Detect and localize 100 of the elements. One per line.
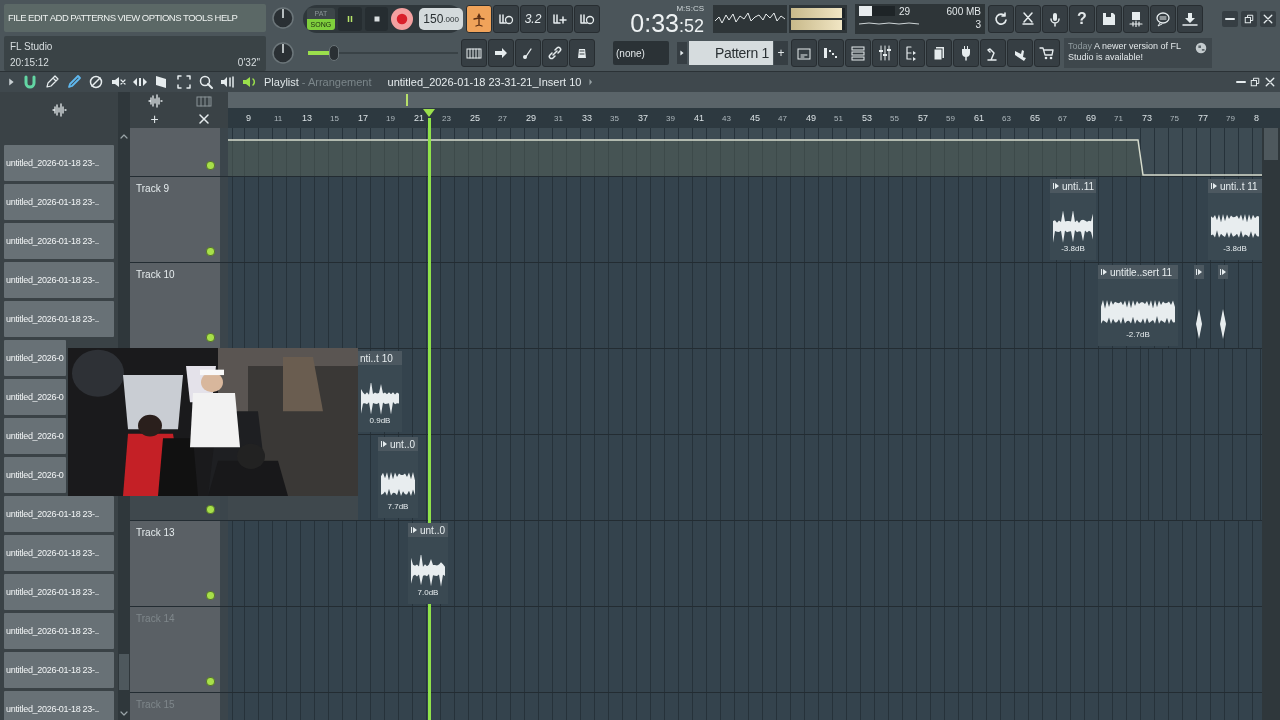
audio-clip[interactable]: unti..11 -3.8dB [1050,179,1096,260]
clip-gain: -2.7dB [1126,330,1150,339]
tempo-field[interactable]: 150.000 [419,8,463,30]
bar-number: 69 [1085,113,1097,123]
bar-number: 11 [273,113,284,123]
track-lane[interactable]: unti..11 -3.8dB unti..t 11 -3.8dB [228,177,1262,262]
audio-clip[interactable]: unt..0 7.0dB [408,523,448,604]
menu-item[interactable]: ADD [48,12,70,24]
news-text: Today A newer version of FL Studio is available! [1068,41,1182,63]
clip-gain: 0.9dB [369,416,391,425]
clip-name: unt..0 [420,524,446,536]
bar-number: 31 [553,113,564,123]
clip-name: untitle..sert 11 [1110,266,1173,278]
menu-item[interactable]: OPTIONS [140,12,183,24]
track-header[interactable]: Track 10 [130,263,228,348]
add-pattern-button[interactable]: + [774,41,788,65]
audio-clip[interactable]: untitle..sert 11 -2.7dB [1098,265,1178,346]
clip-source-item[interactable]: untitled_2026-0 [4,418,66,454]
audio-clip[interactable]: unt..0 7.7dB [378,437,418,518]
bar-number: 35 [609,113,620,123]
clip-header[interactable]: unt..0 [378,437,418,451]
bar-number: 61 [973,113,985,123]
playlist-title: Playlist [264,76,299,88]
track-lane[interactable]: untitle..sert 11 -2.7dB [228,263,1262,348]
bar-number: 75 [1169,113,1180,123]
clip-source-item[interactable]: untitled_2026-0 [4,379,66,415]
clip-source-item[interactable]: untitled_2026-01-18 23-.. [4,223,114,259]
menu-item[interactable]: HELP [213,12,239,24]
clip-source-item[interactable]: untitled_2026-01-18 23-.. [4,691,114,720]
polyphony-reading: 3 [974,19,981,32]
clip-source-item[interactable]: untitled_2026-01-18 23-.. [4,613,114,649]
clip-source-item[interactable]: untitled_2026-01-18 23-.. [4,652,114,688]
add-track-button[interactable]: + [150,111,159,127]
bar-number: 33 [581,113,593,123]
clip-header[interactable]: unti..t 11 [1208,179,1262,193]
clip-header[interactable]: unt..0 [408,523,448,537]
playlist-subtitle: - Arrangement [301,76,372,88]
cpu-reading: 29 [899,6,911,17]
clip-source-item[interactable]: untitled_2026-01-18 23-.. [4,496,114,532]
clip-source-item[interactable]: untitled_2026-01-18 23-.. [4,184,114,220]
bar-number: 15 [329,113,340,123]
clip-gain: 7.0dB [417,588,439,597]
bar-number: 67 [1057,113,1068,123]
clip-gain: 7.7dB [387,502,409,511]
clip-header[interactable]: nti..t 10 [358,351,402,365]
bar-number: 55 [889,113,900,123]
bar-number: 9 [245,113,252,123]
bar-number: 79 [1225,113,1236,123]
clip-source-item[interactable]: untitled_2026-01-18 23-.. [4,301,114,337]
track-name: Track 9 [136,183,170,194]
memory-reading: 600 MB [945,6,981,19]
bar-number: 65 [1029,113,1041,123]
audio-clip[interactable]: nti..t 10 0.9dB [358,351,402,432]
track-lane[interactable]: unt..0 7.7dB [358,435,1262,520]
bar-number: 27 [497,113,508,123]
bar-number: 17 [357,113,369,123]
track-header[interactable]: Track 9 [130,177,228,262]
clip-source-item[interactable]: untitled_2026-01-18 23-.. [4,262,114,298]
track-lane[interactable]: unt..0 7.0dB [228,521,1262,606]
clip-source-item[interactable]: untitled_2026-01-18 23-.. [4,535,114,571]
menu-item[interactable]: TOOLS [182,12,214,24]
timeline-ruler[interactable]: 9 11 13 15 17 19 21 23 25 27 29 31 33 35 37 39 41 43 45 47 49 51 53 55 57 59 61 63 65 67 69 71 73 75 77 79 8 [228,108,1280,128]
menu-item[interactable]: EDIT [27,12,49,24]
pattern-field[interactable]: Pattern 1 [689,41,773,65]
clip-header[interactable]: unti..11 [1050,179,1096,193]
track-header[interactable]: Track 13 [130,521,228,606]
channel-dropdown[interactable]: (none) [613,41,669,65]
bar-number: 63 [1001,113,1012,123]
bar-number: 51 [833,113,844,123]
bar-number: 13 [301,113,313,123]
bar-number: 59 [945,113,956,123]
clip-name: unt..0 [390,438,416,450]
clip-source-item[interactable]: untitled_2026-01-18 23-.. [4,145,114,181]
menu-item[interactable]: FILE [7,12,28,24]
bar-number: 19 [385,113,396,123]
track-lane[interactable]: nti..t 10 0.9dB [358,349,1262,434]
bar-number: 49 [805,113,817,123]
track-name: Track 10 [136,269,176,280]
bar-number: 73 [1141,113,1153,123]
bar-number: 21 [413,113,425,123]
bar-number: 39 [665,113,676,123]
help-button[interactable]: ? [1069,5,1095,33]
clip-source-item[interactable]: untitled_2026-0 [4,340,66,376]
menu-item[interactable]: PATTERNS [69,12,117,24]
clip-source-item[interactable]: untitled_2026-0 [4,457,66,493]
bar-number: 71 [1113,113,1124,123]
audio-clip[interactable]: unti..t 11 -3.8dB [1208,179,1262,260]
clip-header[interactable]: untitle..sert 11 [1098,265,1178,279]
bar-number: 23 [441,113,452,123]
bar-number: 43 [721,113,732,123]
toolbar-button[interactable]: 3.2 [520,5,546,33]
bar-number: 47 [777,113,788,123]
track-name: Track 13 [136,527,176,538]
bar-number: 25 [469,113,481,123]
clip-name: unti..t 11 [1220,180,1258,192]
clip-name: unti..11 [1062,180,1095,192]
clip-source-item[interactable]: untitled_2026-01-18 23-.. [4,574,114,610]
clock-text: 20:15:12 [10,57,50,69]
menu-item[interactable]: VIEW [116,12,141,24]
bar-number: 29 [525,113,537,123]
